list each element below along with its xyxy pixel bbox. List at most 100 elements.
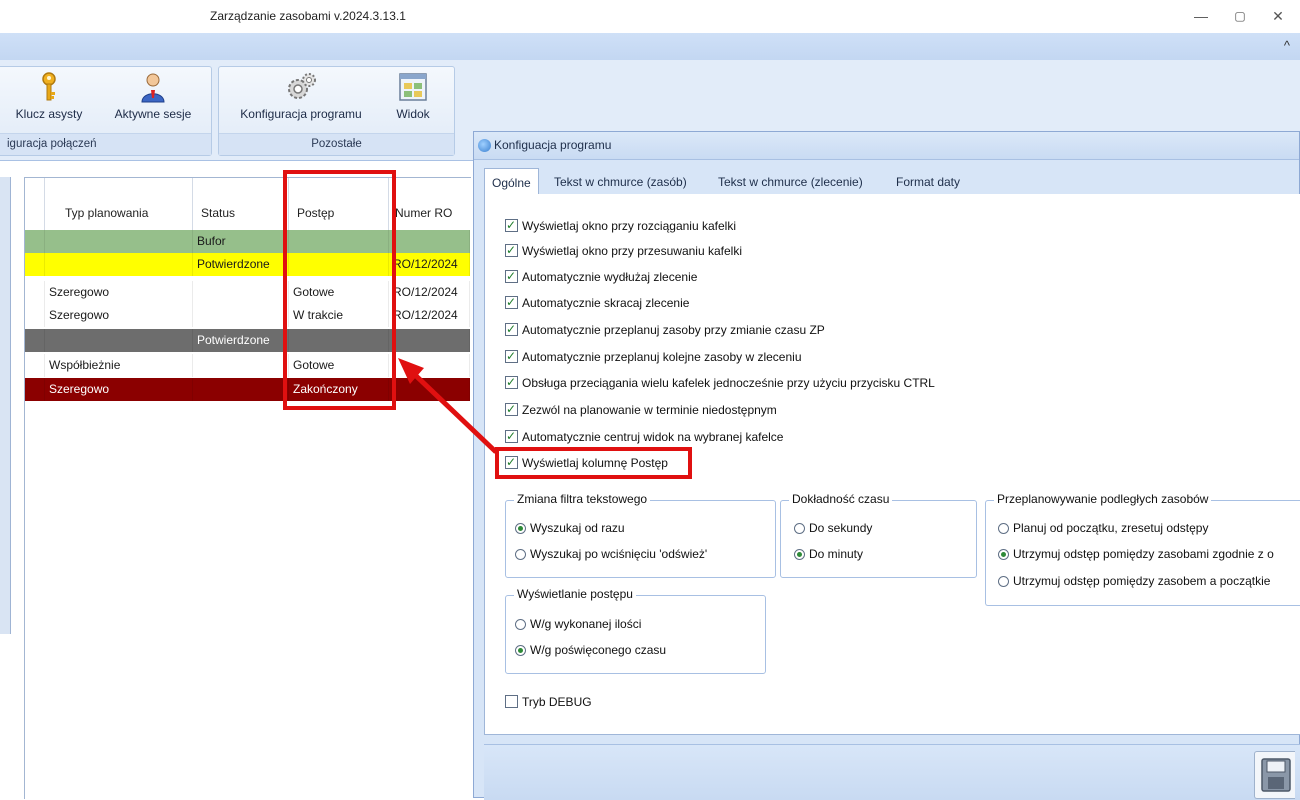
checkbox-box[interactable] (505, 347, 518, 365)
dialog-tabs: Ogólne Tekst w chmurce (zasób) Tekst w c… (484, 168, 1300, 195)
radio-search-on-refresh[interactable]: Wyszukaj po wciśnięciu 'odśwież' (515, 545, 707, 563)
table-row[interactable]: Szeregowo Gotowe RO/12/2024 (25, 281, 470, 304)
radio-dot[interactable] (998, 549, 1009, 560)
checkbox-auto-extend[interactable]: Automatycznie wydłużaj zlecenie (505, 267, 698, 286)
checkbox-auto-shorten[interactable]: Automatycznie skracaj zlecenie (505, 293, 690, 312)
radio-dot[interactable] (515, 619, 526, 630)
tab-date-format[interactable]: Format daty (896, 172, 960, 194)
checkbox-label: Automatycznie skracaj zlecenie (522, 296, 690, 310)
key-assist-label: Klucz asysty (15, 107, 83, 121)
row-indicator (25, 230, 45, 253)
ribbon-collapse-icon[interactable]: ^ (1284, 38, 1290, 53)
radio-dot[interactable] (515, 523, 526, 534)
radio-keep-gap-between[interactable]: Utrzymuj odstęp pomiędzy zasobami zgodni… (998, 545, 1274, 563)
checkbox-replan-next[interactable]: Automatycznie przeplanuj kolejne zasoby … (505, 347, 802, 366)
cell-numer: RO/12/2024 (389, 253, 470, 276)
checkbox-box[interactable] (505, 695, 518, 708)
checkbox-box[interactable] (505, 400, 518, 418)
checkbox-box[interactable] (505, 293, 518, 311)
ribbon-group-label: iguracja połączeń (0, 133, 211, 155)
radio-to-second[interactable]: Do sekundy (794, 519, 872, 537)
radio-label: Utrzymuj odstęp pomiędzy zasobem a począ… (1013, 574, 1271, 588)
cell-status: Bufor (193, 230, 289, 253)
minimize-button[interactable]: — (1183, 4, 1219, 28)
checkbox-plan-unavailable[interactable]: Zezwól na planowanie w terminie niedostę… (505, 400, 777, 419)
checkbox-auto-center[interactable]: Automatycznie centruj widok na wybranej … (505, 427, 783, 446)
table-row[interactable]: Potwierdzone RO/12/2024 (25, 253, 470, 276)
radio-search-immediately[interactable]: Wyszukaj od razu (515, 519, 625, 537)
table-row[interactable]: Bufor (25, 230, 470, 253)
view-grid-icon (399, 73, 427, 101)
checkbox-box[interactable] (505, 267, 518, 285)
annotation-box-checkbox (495, 447, 692, 479)
radio-by-quantity[interactable]: W/g wykonanej ilości (515, 615, 641, 633)
ribbon-group-connections: Klucz asysty Aktywne sesje iguracja połą… (0, 66, 212, 156)
tab-general[interactable]: Ogólne (484, 168, 539, 195)
grid-header: Typ planowania Status Postęp Numer RO (25, 178, 470, 231)
radio-dot[interactable] (998, 576, 1009, 587)
cell-status (193, 354, 289, 377)
checkbox-replan-resources[interactable]: Automatycznie przeplanuj zasoby przy zmi… (505, 320, 825, 339)
gears-icon (288, 73, 316, 99)
tab-tooltip-order[interactable]: Tekst w chmurce (zlecenie) (718, 172, 863, 194)
checkbox-multi-drag[interactable]: Obsługa przeciągania wielu kafelek jedno… (505, 373, 935, 392)
key-assist-button[interactable]: Klucz asysty (9, 71, 89, 121)
radio-label: W/g wykonanej ilości (530, 617, 642, 631)
radio-dot[interactable] (794, 523, 805, 534)
settings-icon (478, 139, 491, 152)
cell-typ (45, 253, 193, 276)
checkbox-box[interactable] (505, 427, 518, 445)
radio-dot[interactable] (998, 523, 1009, 534)
restore-button[interactable]: ▢ (1222, 4, 1258, 28)
checkbox-label: Automatycznie wydłużaj zlecenie (522, 270, 698, 284)
close-button[interactable]: ✕ (1260, 4, 1296, 28)
program-config-button[interactable]: Konfiguracja programu (231, 71, 371, 121)
checkbox-debug-mode[interactable]: Tryb DEBUG (505, 693, 592, 711)
cell-status (193, 281, 289, 304)
radio-dot[interactable] (794, 549, 805, 560)
tab-tooltip-resource[interactable]: Tekst w chmurce (zasób) (554, 172, 687, 194)
cell-typ: Szeregowo (45, 281, 193, 304)
save-button[interactable] (1254, 751, 1295, 799)
radio-keep-gap-start[interactable]: Utrzymuj odstęp pomiędzy zasobem a począ… (998, 572, 1270, 590)
key-icon (42, 72, 56, 101)
active-sessions-button[interactable]: Aktywne sesje (105, 71, 201, 121)
table-row[interactable]: Współbieżnie Gotowe (25, 354, 470, 377)
program-config-label: Konfiguracja programu (240, 107, 362, 121)
table-row[interactable]: Potwierdzone (25, 329, 470, 352)
cell-numer: RO/12/2024 (389, 281, 470, 304)
checkbox-move-window[interactable]: Wyświetlaj okno przy przesuwaniu kafelki (505, 241, 742, 260)
user-icon (141, 73, 165, 103)
checkbox-box[interactable] (505, 216, 518, 234)
table-row[interactable]: Szeregowo Zakończony (25, 378, 470, 401)
cell-typ (45, 329, 193, 352)
window-title: Zarządzanie zasobami v.2024.3.13.1 (210, 9, 406, 23)
view-button[interactable]: Widok (385, 71, 441, 121)
radio-label: Do minuty (809, 547, 864, 561)
checkbox-box[interactable] (505, 320, 518, 338)
column-header-typ[interactable]: Typ planowania (45, 178, 193, 230)
ribbon-tab-strip: ^ (0, 33, 1300, 61)
radio-dot[interactable] (515, 549, 526, 560)
group-text-filter: Zmiana filtra tekstowego Wyszukaj od raz… (505, 492, 776, 578)
splitter-strip[interactable] (0, 177, 11, 634)
table-row[interactable]: Szeregowo W trakcie RO/12/2024 (25, 304, 470, 327)
radio-reset-gaps[interactable]: Planuj od początku, zresetuj odstępy (998, 519, 1208, 537)
dialog-titlebar[interactable]: Konfiguacja programu (474, 132, 1299, 160)
cell-typ: Szeregowo (45, 304, 193, 327)
cell-status: Potwierdzone (193, 329, 289, 352)
radio-to-minute[interactable]: Do minuty (794, 545, 863, 563)
ribbon-group-other: Konfiguracja programu Widok Pozostałe (218, 66, 455, 156)
checkbox-label: Automatycznie przeplanuj zasoby przy zmi… (522, 323, 825, 337)
row-indicator (25, 253, 45, 276)
checkbox-box[interactable] (505, 241, 518, 259)
column-header-numer[interactable]: Numer RO (389, 178, 470, 230)
row-indicator (25, 281, 45, 304)
checkbox-box[interactable] (505, 373, 518, 391)
group-title: Wyświetlanie postępu (514, 587, 636, 601)
radio-by-time[interactable]: W/g poświęconego czasu (515, 641, 666, 659)
column-header-status[interactable]: Status (193, 178, 289, 230)
row-indicator (25, 329, 45, 352)
checkbox-stretch-window[interactable]: Wyświetlaj okno przy rozciąganiu kafelki (505, 216, 736, 235)
radio-dot[interactable] (515, 645, 526, 656)
